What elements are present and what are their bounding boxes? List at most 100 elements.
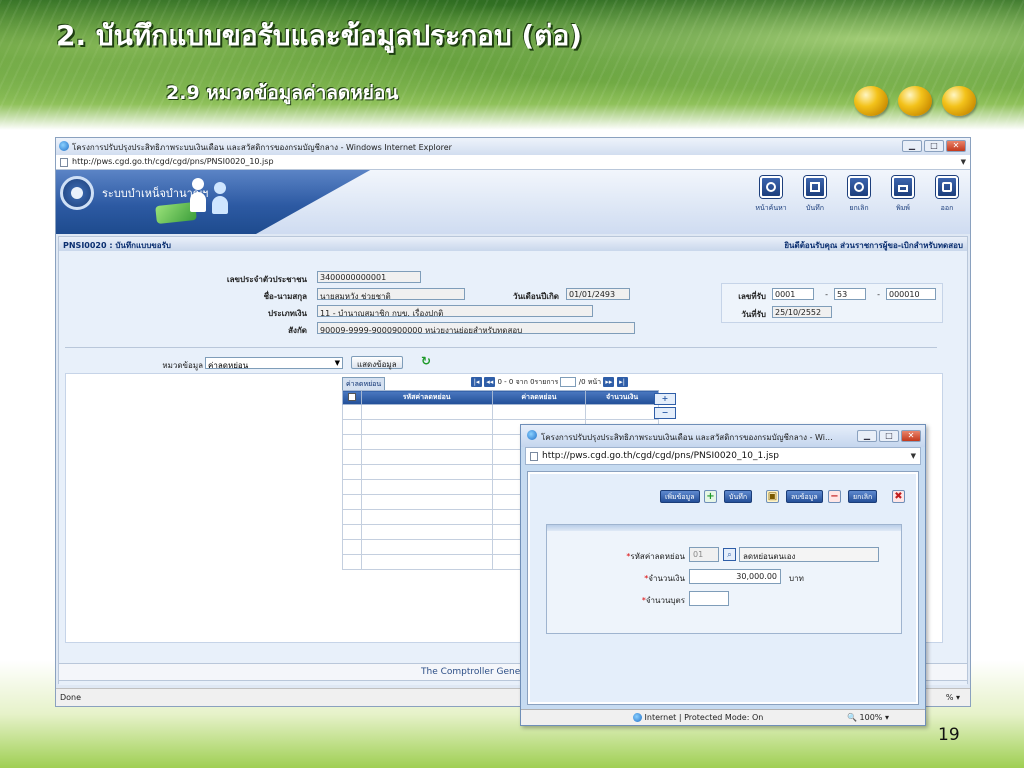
popup-address-bar[interactable]: http://pws.cgd.go.th/cgd/cgd/pns/PNSI002… (525, 447, 921, 465)
category-label: หมวดข้อมูล (162, 361, 203, 370)
table-cell (342, 464, 362, 480)
name-field[interactable]: นายสมหวัง ช่วยชาติ (317, 288, 465, 300)
popup-cancel-button[interactable]: ยกเลิก (848, 490, 878, 503)
toolbar-print-button[interactable]: พิมพ์ (884, 176, 922, 214)
popup-delete-button[interactable]: ลบข้อมูล (786, 490, 823, 503)
app-header: ระบบบำเหน็จบำนาญฯ หน้าค้นหา บันทึก ยกเลิ… (56, 170, 970, 234)
add-icon[interactable]: + (704, 490, 717, 503)
toolbar-cancel-button[interactable]: ยกเลิก (840, 176, 878, 214)
decorative-ball-icon (898, 86, 932, 116)
delete-row-button[interactable]: − (654, 407, 676, 419)
popup-save-button[interactable]: บันทึก (724, 490, 753, 503)
table-header-row: รหัสค่าลดหย่อน ค่าลดหย่อน จำนวนเงิน (342, 390, 659, 405)
popup-add-button[interactable]: เพิ่มข้อมูล (660, 490, 700, 503)
children-count-field[interactable] (689, 591, 729, 606)
popup-minimize-button[interactable]: ▁ (857, 430, 877, 442)
table-cell (360, 509, 493, 525)
amount-field[interactable]: 30,000.00 (689, 569, 781, 584)
table-cell (360, 539, 493, 555)
col-header-deduction: ค่าลดหย่อน (491, 390, 587, 405)
refresh-icon[interactable]: ↻ (421, 354, 431, 368)
cancel-icon (848, 176, 870, 198)
zoom-icon: 🔍 (847, 713, 857, 722)
address-dropdown-icon[interactable]: ▼ (911, 452, 916, 460)
first-page-button[interactable]: |◂ (471, 377, 482, 387)
category-select[interactable]: ค่าลดหย่อน ▼ (205, 357, 343, 370)
popup-zoom[interactable]: 🔍 100% ▾ (847, 713, 889, 722)
amount-unit: บาท (789, 574, 804, 583)
zoom-status[interactable]: % ▾ (946, 693, 960, 702)
show-data-button[interactable]: แสดงข้อมูล (351, 356, 403, 369)
toolbar-exit-button[interactable]: ออก (928, 176, 966, 214)
last-page-button[interactable]: ▸| (616, 377, 628, 387)
table-row[interactable] (342, 404, 659, 420)
deduction-code-field[interactable]: 01 (689, 547, 719, 562)
slide-page-number: 19 (938, 725, 960, 745)
select-all-checkbox[interactable] (347, 392, 356, 401)
slide-subtitle: 2.9 หมวดข้อมูลค่าลดหย่อน (166, 82, 399, 104)
toolbar-label: หน้าค้นหา (755, 204, 787, 212)
pager-page-input[interactable] (560, 377, 577, 387)
table-cell (360, 449, 493, 465)
money-type-field[interactable]: 11 - บำนาญสมาชิก กบข. เรื่องปกติ (317, 305, 593, 317)
exit-icon (936, 176, 958, 198)
table-cell (342, 434, 362, 450)
popup-maximize-button[interactable]: □ (879, 430, 899, 442)
birth-label: วันเดือนปีเกิด (512, 292, 559, 301)
deduction-description-field: ลดหย่อนตนเอง (739, 547, 879, 562)
lookup-icon[interactable]: ⌕ (723, 548, 736, 561)
receipt-date-field[interactable]: 25/10/2552 (772, 306, 832, 318)
toolbar-save-button[interactable]: บันทึก (796, 176, 834, 214)
next-page-button[interactable]: ▸▸ (603, 377, 615, 387)
unit-field[interactable]: 90009-9999-9000900000 หน่วยงานย่อยสำหรับ… (317, 322, 635, 334)
table-cell (360, 554, 493, 570)
children-count-label: *จำนวนบุตร (641, 596, 685, 605)
table-cell (342, 449, 362, 465)
receipt-separator: - (825, 290, 828, 299)
toolbar-label: พิมพ์ (896, 204, 910, 212)
cancel-icon[interactable]: ✖ (892, 490, 905, 503)
toolbar-label: ออก (940, 204, 954, 212)
receipt-no-field-2[interactable]: 53 (834, 288, 866, 300)
pager-range: 0 - 0 จาก 0รายการ (497, 378, 559, 386)
table-cell (342, 419, 362, 435)
name-label: ชื่อ-นามสกุล (263, 292, 307, 301)
ie-logo-icon (527, 430, 537, 440)
add-row-button[interactable]: + (654, 393, 676, 405)
table-cell (360, 524, 493, 540)
protected-mode-status: Internet | Protected Mode: On (633, 713, 763, 722)
close-button[interactable]: ✕ (946, 140, 966, 152)
ie-window-title: โครงการปรับปรุงประสิทธิภาพระบบเงินเดือน … (72, 143, 452, 152)
minimize-button[interactable]: ▁ (902, 140, 922, 152)
status-text: Done (60, 693, 82, 702)
birth-field[interactable]: 01/01/2493 (566, 288, 630, 300)
address-dropdown-icon[interactable]: ▼ (961, 158, 966, 166)
zoom-value: 100% (859, 713, 883, 722)
popup-window-title: โครงการปรับปรุงประสิทธิภาพระบบเงินเดือน … (541, 433, 833, 442)
page-header-bar: PNSI0020 : บันทึกแบบขอรับ ยินดีต้อนรับคุ… (59, 237, 967, 251)
deduction-code-label: *รหัสค่าลดหย่อน (626, 552, 685, 561)
receipt-no-field-3[interactable]: 000010 (886, 288, 936, 300)
popup-close-button[interactable]: ✕ (901, 430, 921, 442)
popup-titlebar: โครงการปรับปรุงประสิทธิภาพระบบเงินเดือน … (521, 425, 925, 447)
receipt-no-field-1[interactable]: 0001 (772, 288, 814, 300)
maximize-button[interactable]: □ (924, 140, 944, 152)
select-all-header[interactable] (342, 390, 362, 405)
table-cell (360, 464, 493, 480)
table-cell (360, 479, 493, 495)
table-cell (360, 404, 493, 420)
save-icon[interactable]: ▣ (766, 490, 779, 503)
delete-icon[interactable]: − (828, 490, 841, 503)
grid-pager: |◂ ◂◂ 0 - 0 จาก 0รายการ /0 หน้า ▸▸ ▸| (471, 377, 628, 388)
table-cell (342, 494, 362, 510)
toolbar-search-page-button[interactable]: หน้าค้นหา (752, 176, 790, 214)
popup-url: http://pws.cgd.go.th/cgd/cgd/pns/PNSI002… (542, 451, 779, 461)
app-toolbar: หน้าค้นหา บันทึก ยกเลิก พิมพ์ ออก (752, 176, 966, 214)
citizen-id-field[interactable]: 3400000000001 (317, 271, 421, 283)
prev-page-button[interactable]: ◂◂ (484, 377, 496, 387)
chevron-down-icon: ▾ (884, 713, 889, 722)
popup-window: โครงการปรับปรุงประสิทธิภาพระบบเงินเดือน … (520, 424, 926, 726)
ie-address-bar[interactable]: http://pws.cgd.go.th/cgd/cgd/pns/PNSI002… (56, 155, 970, 170)
slide-title: 2. บันทึกแบบขอรับและข้อมูลประกอบ (ต่อ) (56, 19, 583, 52)
receipt-box: เลขที่รับ 0001 - 53 - 000010 วันที่รับ 2… (721, 283, 943, 323)
